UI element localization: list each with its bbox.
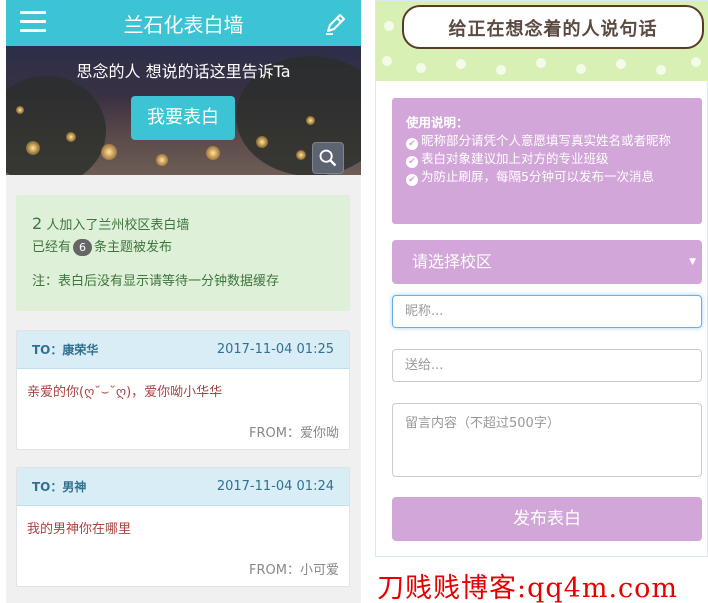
- message-body: 亲爱的你(ღ˘⌣˘ღ)，爱你呦小华华: [27, 385, 223, 400]
- joined-count: 2: [32, 214, 43, 233]
- top-bar: 兰石化表白墙: [6, 0, 361, 46]
- watermark: 刀贱贱博客:qq4m.com: [377, 573, 679, 603]
- message-time: 2017-11-04 01:24: [216, 479, 334, 494]
- confess-button[interactable]: 我要表白: [131, 96, 235, 140]
- check-circle-icon: ✔: [406, 138, 418, 150]
- wall-panel: 兰石化表白墙 思念的人 想说的话这里告诉Ta 我要表白 2 人加入了兰州校区表白…: [6, 0, 361, 603]
- published-line: 已经有 6 条主题被发布: [32, 237, 334, 259]
- nickname-input[interactable]: 昵称...: [392, 295, 702, 328]
- message-body: 我的男神你在哪里: [27, 522, 132, 537]
- usage-title: 使用说明：: [406, 115, 469, 130]
- app-title: 兰石化表白墙: [123, 13, 244, 37]
- cache-note: 注：表白后没有显示请等待一分钟数据缓存: [32, 274, 280, 289]
- message-card[interactable]: TO：康荣华 2017-11-04 01:25 亲爱的你(ღ˘⌣˘ღ)，爱你呦小…: [16, 330, 350, 450]
- message-header: TO：男神 2017-11-04 01:24: [17, 468, 349, 506]
- published-count-badge: 6: [73, 239, 93, 256]
- check-circle-icon: ✔: [406, 156, 418, 168]
- usage-item-text: 表白对象建议加上对方的专业班级: [421, 151, 609, 166]
- recipient-input[interactable]: 送给...: [392, 349, 702, 382]
- published-suffix: 条主题被发布: [94, 240, 173, 255]
- usage-item: ✔ 昵称部分请凭个人意愿填写真实姓名或者昵称: [406, 132, 688, 150]
- usage-item-text: 昵称部分请凭个人意愿填写真实姓名或者昵称: [421, 133, 672, 148]
- joined-line: 2 人加入了兰州校区表白墙: [32, 213, 334, 237]
- check-circle-icon: ✔: [406, 174, 418, 186]
- message-card[interactable]: TO：男神 2017-11-04 01:24 我的男神你在哪里 FROM：小可爱: [16, 467, 350, 587]
- caret-down-icon: ▼: [689, 257, 696, 267]
- speech-bubble: 给正在想念着的人说句话: [402, 5, 704, 49]
- search-icon[interactable]: [312, 142, 344, 174]
- joined-text: 人加入了兰州校区表白墙: [46, 218, 190, 233]
- usage-item: ✔ 为防止刷屏，每隔5分钟可以发布一次消息: [406, 168, 688, 186]
- message-sender: FROM：爱你呦: [249, 426, 339, 441]
- publish-button[interactable]: 发布表白: [392, 497, 702, 541]
- banner-text: 给正在想念着的人说句话: [448, 19, 658, 40]
- usage-item: ✔ 表白对象建议加上对方的专业班级: [406, 150, 688, 168]
- pen-icon[interactable]: [323, 10, 349, 36]
- usage-item-text: 为防止刷屏，每隔5分钟可以发布一次消息: [421, 169, 654, 184]
- campus-select[interactable]: 请选择校区 ▼: [392, 240, 702, 284]
- message-sender: FROM：小可爱: [249, 563, 339, 578]
- message-recipient: TO：男神: [32, 480, 87, 494]
- form-banner: 给正在想念着的人说句话: [376, 1, 708, 81]
- message-header: TO：康荣华 2017-11-04 01:25: [17, 331, 349, 369]
- message-textarea[interactable]: 留言内容（不超过500字）: [392, 403, 702, 477]
- usage-instructions: 使用说明： ✔ 昵称部分请凭个人意愿填写真实姓名或者昵称 ✔ 表白对象建议加上对方的…: [392, 98, 702, 224]
- published-prefix: 已经有: [32, 240, 72, 255]
- message-recipient: TO：康荣华: [32, 343, 99, 357]
- campus-select-label: 请选择校区: [412, 252, 493, 271]
- hero-slogan: 思念的人 想说的话这里告诉Ta: [76, 62, 291, 81]
- message-time: 2017-11-04 01:25: [216, 342, 334, 357]
- post-form-panel: 给正在想念着的人说句话 使用说明： ✔ 昵称部分请凭个人意愿填写真实姓名或者昵称 …: [375, 0, 708, 557]
- stats-panel: 2 人加入了兰州校区表白墙 已经有 6 条主题被发布 注：表白后没有显示请等待一分钟…: [16, 195, 350, 311]
- hero-banner: 思念的人 想说的话这里告诉Ta 我要表白: [6, 46, 361, 175]
